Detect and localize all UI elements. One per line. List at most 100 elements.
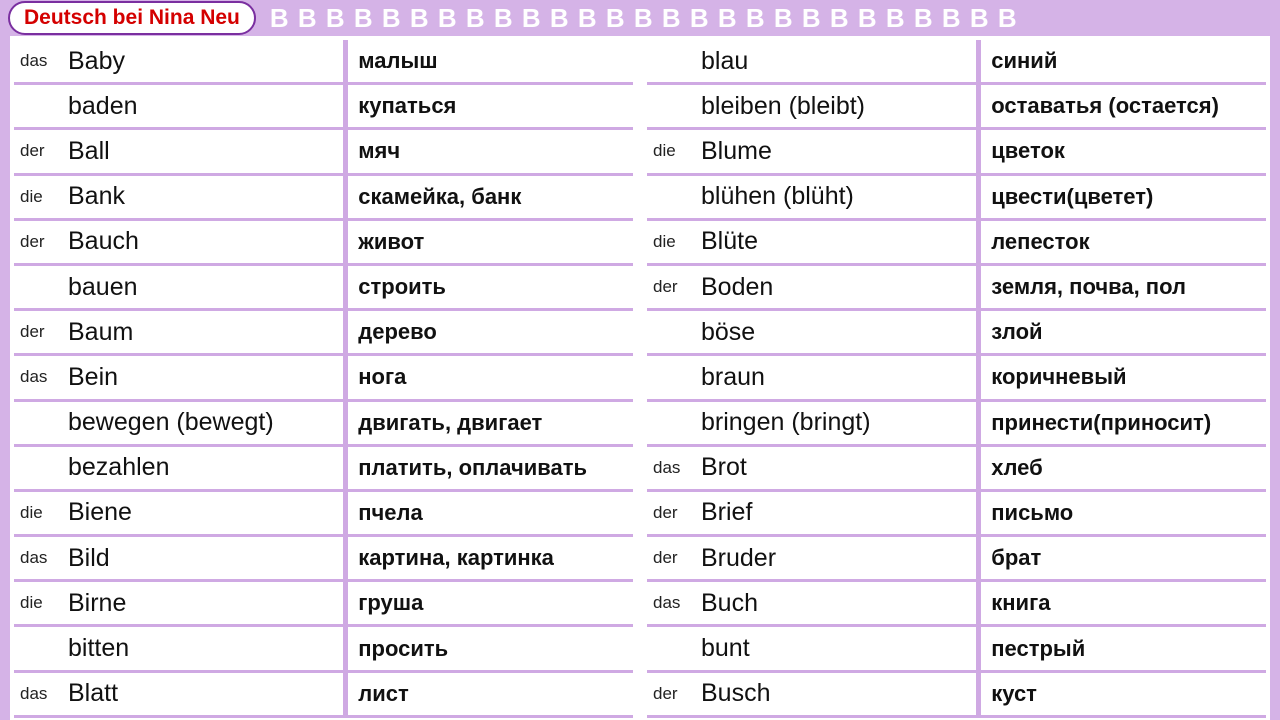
german-word: bauen bbox=[68, 273, 138, 302]
russian-cell: двигать, двигает bbox=[348, 402, 633, 447]
russian-cell: синий bbox=[981, 40, 1266, 85]
russian-cell: брат bbox=[981, 537, 1266, 582]
german-cell: derBauch bbox=[14, 221, 348, 266]
vocab-row: badenкупаться bbox=[14, 85, 633, 130]
german-cell: blühen (blüht) bbox=[647, 176, 981, 221]
russian-cell: груша bbox=[348, 582, 633, 627]
russian-cell: живот bbox=[348, 221, 633, 266]
german-cell: bringen (bringt) bbox=[647, 402, 981, 447]
vocab-row: dasBlatt лист bbox=[14, 673, 633, 718]
vocab-row: blau синий bbox=[647, 40, 1266, 85]
german-word: bezahlen bbox=[68, 453, 169, 482]
german-word: bunt bbox=[701, 634, 750, 663]
vocab-row: derBallмяч bbox=[14, 130, 633, 175]
russian-cell: пестрый bbox=[981, 627, 1266, 672]
article-label: die bbox=[20, 593, 68, 613]
german-word: bleiben (bleibt) bbox=[701, 92, 865, 121]
article-label: das bbox=[20, 684, 68, 704]
vocab-row: bewegen (bewegt) двигать, двигает bbox=[14, 402, 633, 447]
vocab-row: dasBrotхлеб bbox=[647, 447, 1266, 492]
header: Deutsch bei Nina Neu B B B B B B B B B B… bbox=[0, 0, 1280, 36]
vocab-row: dieBlumeцветок bbox=[647, 130, 1266, 175]
german-cell: bewegen (bewegt) bbox=[14, 402, 348, 447]
russian-cell: пчела bbox=[348, 492, 633, 537]
german-word: Buch bbox=[701, 589, 758, 618]
german-word: blau bbox=[701, 47, 748, 76]
russian-cell: земля, почва, пол bbox=[981, 266, 1266, 311]
vocab-row: dieBankскамейка, банк bbox=[14, 176, 633, 221]
german-cell: braun bbox=[647, 356, 981, 401]
russian-cell: скамейка, банк bbox=[348, 176, 633, 221]
article-label: die bbox=[653, 232, 701, 252]
german-cell: dasBaby bbox=[14, 40, 348, 85]
german-word: Brief bbox=[701, 498, 752, 527]
russian-cell: злой bbox=[981, 311, 1266, 356]
german-cell: derBaum bbox=[14, 311, 348, 356]
vocab-row: böse злой bbox=[647, 311, 1266, 356]
article-label: das bbox=[653, 593, 701, 613]
russian-cell: строить bbox=[348, 266, 633, 311]
russian-cell: куст bbox=[981, 673, 1266, 718]
russian-cell: платить, оплачивать bbox=[348, 447, 633, 492]
article-label: das bbox=[20, 548, 68, 568]
russian-cell: лист bbox=[348, 673, 633, 718]
article-label: der bbox=[653, 548, 701, 568]
vocab-row: derBuschкуст bbox=[647, 673, 1266, 718]
german-word: Brot bbox=[701, 453, 747, 482]
article-label: das bbox=[653, 458, 701, 478]
vocab-row: derBruderбрат bbox=[647, 537, 1266, 582]
german-word: Bank bbox=[68, 182, 125, 211]
german-word: Biene bbox=[68, 498, 132, 527]
vocab-row: bauen строить bbox=[14, 266, 633, 311]
article-label: das bbox=[20, 367, 68, 387]
article-label: der bbox=[20, 322, 68, 342]
russian-cell: просить bbox=[348, 627, 633, 672]
page-title: Deutsch bei Nina Neu bbox=[8, 1, 256, 34]
vocab-column-right: blauсинийbleiben (bleibt)оставатья (оста… bbox=[647, 40, 1266, 720]
german-cell: derBrief bbox=[647, 492, 981, 537]
vocab-row: dasBuchкнига bbox=[647, 582, 1266, 627]
german-cell: derBusch bbox=[647, 673, 981, 718]
russian-cell: лепесток bbox=[981, 221, 1266, 266]
vocab-row: bunt пестрый bbox=[647, 627, 1266, 672]
german-cell: dieBirne bbox=[14, 582, 348, 627]
german-cell: dieBlume bbox=[647, 130, 981, 175]
russian-cell: письмо bbox=[981, 492, 1266, 537]
german-word: blühen (blüht) bbox=[701, 182, 854, 211]
german-cell: dieBiene bbox=[14, 492, 348, 537]
german-word: bringen (bringt) bbox=[701, 408, 871, 437]
german-word: Ball bbox=[68, 137, 110, 166]
german-word: Birne bbox=[68, 589, 126, 618]
article-label: der bbox=[653, 684, 701, 704]
german-word: Blatt bbox=[68, 679, 118, 708]
german-cell: derBall bbox=[14, 130, 348, 175]
vocab-column-left: dasBabyмалышbadenкупатьсяderBallмячdieBa… bbox=[14, 40, 633, 720]
german-cell: dieBlüte bbox=[647, 221, 981, 266]
vocab-row: derBriefписьмо bbox=[647, 492, 1266, 537]
german-word: Bein bbox=[68, 363, 118, 392]
article-label: die bbox=[20, 503, 68, 523]
article-label: der bbox=[653, 503, 701, 523]
german-cell: derBoden bbox=[647, 266, 981, 311]
vocab-row: dieBlüteлепесток bbox=[647, 221, 1266, 266]
vocab-page: Deutsch bei Nina Neu B B B B B B B B B B… bbox=[0, 0, 1280, 720]
german-cell: derBruder bbox=[647, 537, 981, 582]
vocab-row: dieBirneгруша bbox=[14, 582, 633, 627]
german-word: Bruder bbox=[701, 544, 776, 573]
german-word: Baby bbox=[68, 47, 125, 76]
german-cell: bleiben (bleibt) bbox=[647, 85, 981, 130]
russian-cell: малыш bbox=[348, 40, 633, 85]
vocab-row: derBaumдерево bbox=[14, 311, 633, 356]
german-word: baden bbox=[68, 92, 138, 121]
german-word: bewegen (bewegt) bbox=[68, 408, 274, 437]
german-word: böse bbox=[701, 318, 755, 347]
vocab-row: bringen (bringt)принести(приносит) bbox=[647, 402, 1266, 447]
russian-cell: цветок bbox=[981, 130, 1266, 175]
german-cell: bunt bbox=[647, 627, 981, 672]
german-word: bitten bbox=[68, 634, 129, 663]
russian-cell: нога bbox=[348, 356, 633, 401]
german-word: Boden bbox=[701, 273, 773, 302]
letter-run: B B B B B B B B B B B B B B B B B B B B … bbox=[270, 3, 1272, 34]
german-cell: bezahlen bbox=[14, 447, 348, 492]
article-label: der bbox=[20, 232, 68, 252]
